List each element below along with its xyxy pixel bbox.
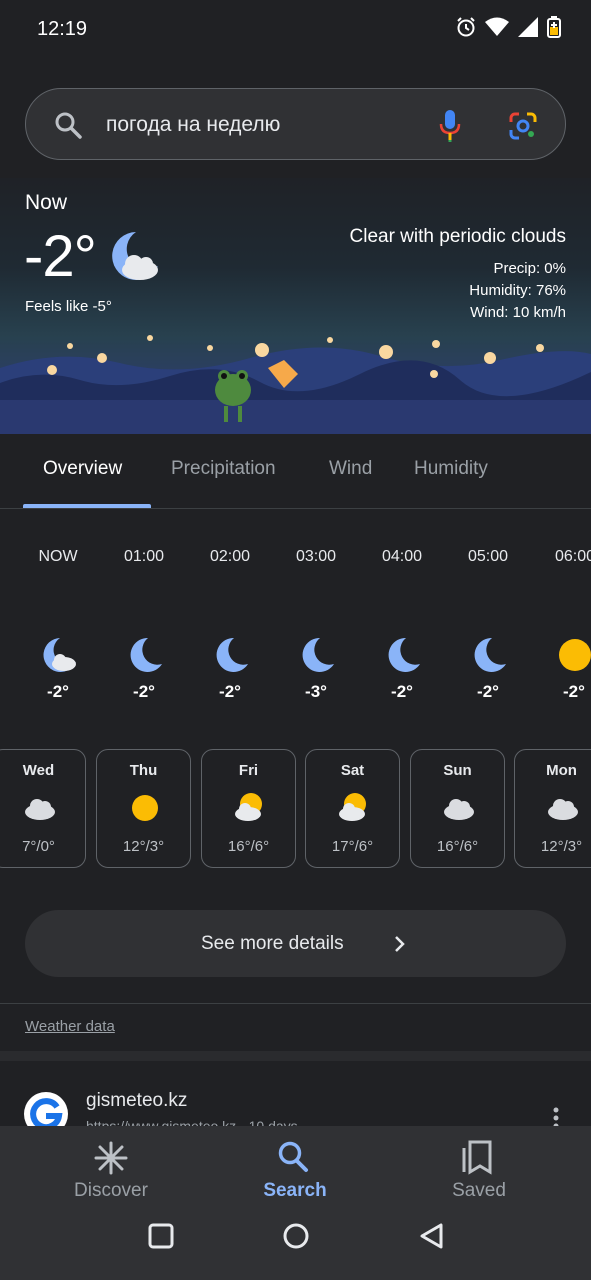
status-bar: 12:19 [0,0,591,58]
nav-discover-label: Discover [74,1180,148,1201]
search-bar[interactable]: погода на неделю [25,88,566,160]
moon-cloud-icon [104,228,164,293]
humidity-value: Humidity: 76% [469,282,566,299]
day-temperatures: 12°/3° [540,838,583,855]
search-icon [277,1140,309,1179]
sun-cloud-icon [233,792,267,829]
hour-time: 05:00 [467,548,509,565]
day-name: Sat [340,762,365,779]
status-icons [455,16,561,43]
cloud-icon [442,792,476,827]
moon-icon [126,636,164,679]
precip-value: Precip: 0% [493,260,566,277]
divider [0,1051,591,1061]
sun-icon [128,792,162,829]
now-label: Now [25,191,68,214]
day-name: Wed [22,762,55,779]
day-temperatures: 7°/0° [22,838,55,855]
search-query[interactable]: погода на неделю [106,113,280,137]
discover-icon [93,1140,129,1181]
weather-tabs: Overview Precipitation Wind Humidity [0,434,591,509]
hour-time: 01:00 [123,548,165,565]
result-site-name[interactable]: gismeteo.kz [86,1090,187,1112]
cloud-icon [23,792,57,827]
sun-cloud-icon [337,792,371,829]
weather-hero: Now -2° Feels like -5° Clear with period… [0,178,591,434]
hour-temperature: -2° [477,682,499,701]
hour-time: 06:00 [555,548,591,565]
nav-saved-label: Saved [452,1180,506,1201]
alarm-icon [455,16,477,43]
see-more-details-label: See more details [201,933,344,954]
moon-icon [384,636,422,679]
weather-condition: Clear with periodic clouds [349,226,567,247]
weather-illustration [0,335,591,434]
bottom-navigation: Discover Search Saved [0,1126,591,1280]
current-temperature: -2° [24,224,97,289]
google-lens-icon[interactable] [508,111,538,146]
tab-indicator [23,504,151,508]
day-name: Sun [443,762,472,779]
signal-icon [517,17,539,42]
day-card-sun[interactable]: Sun 16°/6° [410,749,505,868]
tab-overview[interactable]: Overview [43,458,122,480]
back-button[interactable] [418,1222,446,1255]
hour-temperature: -2° [133,682,155,701]
cloud-icon [546,792,580,827]
hour-temperature: -3° [305,682,327,701]
moon-icon [470,636,508,679]
hour-time: 03:00 [295,548,337,565]
day-card-mon[interactable]: Mon 12°/3° [514,749,591,868]
saved-icon [461,1140,493,1181]
search-icon [54,111,82,144]
hour-time: 02:00 [209,548,251,565]
status-time: 12:19 [37,18,88,40]
see-more-details-button[interactable]: See more details [25,910,566,977]
microphone-icon[interactable] [438,109,462,148]
weather-data-link[interactable]: Weather data [25,1018,115,1035]
day-card-sat[interactable]: Sat 17°/6° [305,749,400,868]
recent-apps-button[interactable] [147,1222,175,1255]
day-name: Thu [129,762,158,779]
divider [0,1003,591,1004]
chevron-right-icon [393,934,407,959]
day-temperatures: 12°/3° [122,838,165,855]
day-card-thu[interactable]: Thu 12°/3° [96,749,191,868]
hour-time: 04:00 [381,548,423,565]
day-temperatures: 17°/6° [331,838,374,855]
sun-icon [556,636,591,679]
day-temperatures: 16°/6° [436,838,479,855]
feels-like: Feels like -5° [25,298,112,315]
day-name: Mon [546,762,577,779]
hour-temperature: -2° [219,682,241,701]
hour-temperature: -2° [391,682,413,701]
hour-temperature: -2° [563,682,585,701]
battery-icon [547,16,561,43]
day-card-fri[interactable]: Fri 16°/6° [201,749,296,868]
moon-cloud-icon [40,636,78,679]
nav-search-label: Search [263,1180,327,1201]
tab-wind[interactable]: Wind [329,458,372,480]
day-name: Fri [238,762,259,779]
weather-stats: Precip: 0% Humidity: 76% Wind: 10 km/h [469,258,566,324]
home-button[interactable] [282,1222,310,1255]
wind-value: Wind: 10 km/h [470,304,566,321]
tab-humidity[interactable]: Humidity [414,458,488,480]
wifi-icon [485,17,509,42]
moon-icon [212,636,250,679]
tab-precipitation[interactable]: Precipitation [171,458,276,480]
day-card-wed[interactable]: Wed 7°/0° [0,749,86,868]
moon-icon [298,636,336,679]
day-temperatures: 16°/6° [227,838,270,855]
hour-time: NOW [38,548,78,565]
hour-temperature: -2° [47,682,69,701]
search-result[interactable]: gismeteo.kz https://www.gismeteo.kz · 10… [0,1062,591,1136]
